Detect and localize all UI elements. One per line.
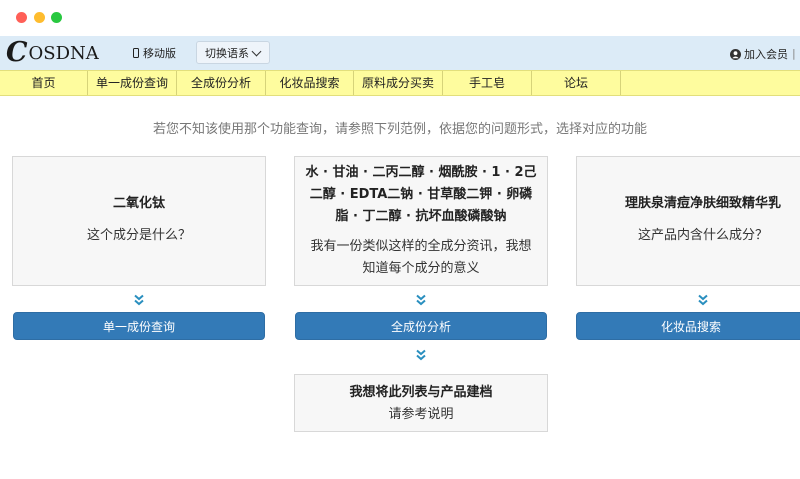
example-ingredient-list-line: 水 · 甘油 · 二丙二醇 · 烟酰胺 · 1 · 2己 bbox=[305, 165, 537, 180]
double-chevron-down-icon bbox=[698, 294, 708, 306]
example-ingredient-list-line: 脂 · 丁二醇 · 抗坏血酸磷酸钠 bbox=[335, 209, 507, 224]
example-product-title: 理肤泉清痘净肤细致精华乳 bbox=[624, 196, 781, 211]
header-separator: | bbox=[792, 47, 796, 60]
nav-item-label: 原料成分买卖 bbox=[361, 76, 434, 90]
intro-text: 若您不知该使用那个功能查询，请参照下列范例，依据您的问题形式，选择对应的功能 bbox=[152, 122, 647, 137]
example-ingredient-title: 二氧化钛 bbox=[112, 196, 165, 211]
user-icon bbox=[730, 48, 741, 60]
site-header: C OSDNA 移动版 切换语系 加入会员 | bbox=[0, 36, 800, 70]
double-chevron-down-icon bbox=[416, 349, 426, 361]
cosmetic-search-button[interactable]: 化妆品搜索 bbox=[576, 312, 800, 340]
nav-item-cosmetic-search[interactable]: 化妆品搜索 bbox=[266, 71, 354, 95]
language-select-label: 切换语系 bbox=[205, 46, 249, 60]
close-window-button[interactable] bbox=[16, 12, 27, 23]
window-titlebar bbox=[0, 0, 800, 36]
nav-item-label: 化妆品搜索 bbox=[279, 76, 340, 90]
single-ingredient-button[interactable]: 单一成份查询 bbox=[13, 312, 265, 340]
full-analysis-button[interactable]: 全成份分析 bbox=[295, 312, 547, 340]
main-nav: 首页 单一成份查询 全成份分析 化妆品搜索 原料成分买卖 手工皂 论坛 bbox=[0, 70, 800, 96]
chevron-down-icon bbox=[251, 46, 262, 57]
mobile-version-link[interactable]: 移动版 bbox=[133, 45, 176, 61]
nav-item-label: 单一成份查询 bbox=[95, 76, 168, 90]
mobile-version-label: 移动版 bbox=[143, 47, 176, 60]
example-card-product: 理肤泉清痘净肤细致精华乳 这产品内含什么成分？ bbox=[576, 156, 800, 286]
example-question-line: 我有一份类似这样的全成分资讯，我想 bbox=[310, 239, 532, 254]
example-question-line: 知道每个成分的意义 bbox=[362, 261, 480, 276]
nav-item-single-ingredient[interactable]: 单一成份查询 bbox=[88, 71, 177, 95]
language-select[interactable]: 切换语系 bbox=[196, 41, 270, 64]
maximize-window-button[interactable] bbox=[51, 12, 62, 23]
nav-item-forum[interactable]: 论坛 bbox=[532, 71, 621, 95]
archive-card: 我想将此列表与产品建档 请参考说明 bbox=[294, 374, 548, 432]
join-member-label: 加入会员 bbox=[744, 48, 788, 61]
phone-icon bbox=[133, 48, 139, 58]
nav-item-label: 论坛 bbox=[563, 76, 588, 90]
nav-item-home[interactable]: 首页 bbox=[0, 71, 88, 95]
example-ingredient-list-line: 二醇 · EDTA二钠 · 甘草酸二钾 · 卵磷 bbox=[309, 187, 533, 202]
nav-item-label: 首页 bbox=[31, 76, 56, 90]
archive-help-link[interactable]: 请参考说明 bbox=[295, 404, 547, 426]
example-card-single: 二氧化钛 这个成分是什么？ bbox=[12, 156, 266, 286]
example-question: 这产品内含什么成分？ bbox=[637, 228, 768, 243]
cosdna-logo[interactable]: C OSDNA bbox=[6, 39, 99, 66]
minimize-window-button[interactable] bbox=[34, 12, 45, 23]
nav-item-ingredient-trade[interactable]: 原料成分买卖 bbox=[354, 71, 443, 95]
nav-item-label: 手工皂 bbox=[468, 76, 505, 90]
double-chevron-down-icon bbox=[134, 294, 144, 306]
archive-title: 我想将此列表与产品建档 bbox=[349, 385, 493, 400]
join-member-link[interactable]: 加入会员 bbox=[730, 46, 788, 62]
double-chevron-down-icon bbox=[416, 294, 426, 306]
example-card-full: 水 · 甘油 · 二丙二醇 · 烟酰胺 · 1 · 2己 二醇 · EDTA二钠… bbox=[294, 156, 548, 286]
nav-item-label: 全成份分析 bbox=[190, 76, 251, 90]
nav-item-handmade-soap[interactable]: 手工皂 bbox=[443, 71, 532, 95]
nav-item-full-analysis[interactable]: 全成份分析 bbox=[177, 71, 266, 95]
example-question: 这个成分是什么？ bbox=[86, 228, 191, 243]
